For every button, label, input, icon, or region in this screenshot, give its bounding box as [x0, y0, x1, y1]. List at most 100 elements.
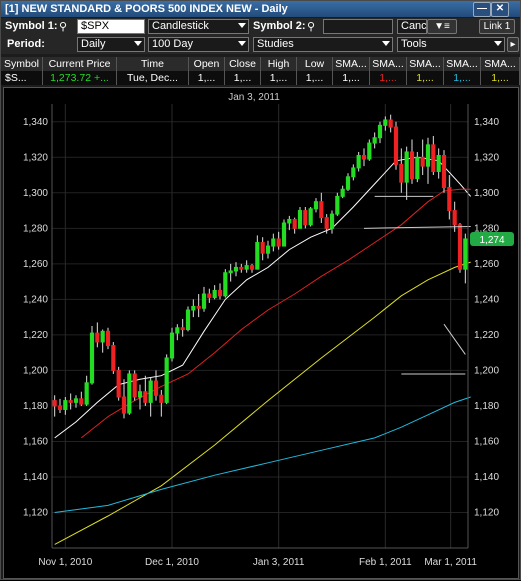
quote-header-cell[interactable]: SMA... — [481, 57, 520, 71]
symbol1-input[interactable]: $SPX — [77, 19, 145, 34]
y-tick-label-right: 1,240 — [474, 294, 499, 305]
candle-body — [153, 380, 159, 396]
current-price-value: 1,273.72 — [50, 72, 92, 84]
chevron-down-icon — [494, 41, 502, 46]
candle-body — [420, 156, 425, 167]
candle-body — [164, 357, 169, 403]
chevron-down-icon — [134, 41, 142, 46]
quote-sma-3: 1,... — [407, 71, 444, 85]
quote-low: 1,... — [297, 71, 333, 85]
candle-body — [399, 163, 404, 183]
candle-body — [105, 330, 111, 347]
chevron-down-icon — [382, 41, 390, 46]
candle-body — [415, 156, 420, 180]
quote-row[interactable]: $S... 1,273.72 +... Tue, Dec... 1,... 1,… — [1, 71, 520, 85]
studies-select[interactable]: Studies — [253, 37, 393, 52]
quote-sma-2: 1,... — [370, 71, 407, 85]
quote-sma-4: 1,... — [444, 71, 481, 85]
y-tick-label-left: 1,320 — [23, 152, 48, 163]
quote-header-cell[interactable]: Low — [297, 57, 333, 71]
link-button[interactable]: Link 1 — [479, 19, 515, 34]
candle-body — [196, 305, 201, 309]
candle-body — [329, 213, 335, 229]
symbol2-input[interactable] — [323, 19, 393, 34]
tools-select[interactable]: Tools — [397, 37, 505, 52]
y-tick-label-left: 1,280 — [23, 223, 48, 234]
candle-body — [223, 272, 228, 297]
x-tick-label: Nov 1, 2010 — [38, 557, 92, 568]
quote-symbol: $S... — [1, 71, 43, 85]
chart-type-select[interactable]: Candlestick — [148, 19, 249, 34]
quote-header-cell[interactable]: Close — [225, 57, 261, 71]
candle-body — [137, 391, 143, 398]
y-tick-label-right: 1,260 — [474, 259, 499, 270]
range-select[interactable]: 100 Day — [148, 37, 249, 52]
candle-body — [292, 218, 297, 229]
candle-body — [127, 373, 132, 414]
candle-body — [324, 217, 329, 229]
quote-header-cell[interactable]: SMA... — [444, 57, 481, 71]
candle-body — [463, 238, 468, 270]
quote-header-cell[interactable]: Open — [189, 57, 225, 71]
y-tick-label-left: 1,340 — [23, 117, 48, 128]
expand-icon[interactable]: ▸ — [507, 37, 519, 52]
price-chart[interactable]: 1,340 1,340 1,320 1,320 1,300 1,300 1,280 1,280… — [3, 87, 519, 579]
quote-header-cell[interactable]: High — [261, 57, 297, 71]
x-tick-label: Jan 3, 2011 — [253, 557, 305, 568]
quote-sma-5: 1,... — [481, 71, 520, 85]
y-tick-label-left: 1,220 — [23, 330, 48, 341]
trend-line — [443, 323, 466, 355]
y-tick-label-left: 1,140 — [23, 472, 48, 483]
price-change: +... — [93, 72, 109, 84]
quote-header-cell[interactable]: SMA... — [333, 57, 370, 71]
candle-body — [143, 391, 148, 403]
close-icon[interactable]: ✕ — [491, 2, 509, 17]
y-tick-label-right: 1,320 — [474, 152, 499, 163]
candle-body — [207, 293, 212, 299]
y-tick-label-left: 1,180 — [23, 401, 48, 412]
candle-body — [297, 210, 303, 229]
candle-body — [260, 242, 265, 254]
window-title-bar[interactable]: [1] NEW STANDARD & POORS 500 INDEX NEW -… — [1, 1, 520, 17]
candle-body — [409, 151, 415, 180]
price-tag-label: 1,274 — [479, 235, 504, 246]
candle-body — [111, 345, 116, 371]
quote-header-cell[interactable]: SMA... — [370, 57, 407, 71]
list-menu-button[interactable]: ▼≡ — [427, 19, 457, 34]
y-tick-label-right: 1,180 — [474, 401, 499, 412]
candle-body — [169, 332, 175, 359]
cand-select[interactable]: Canc — [397, 19, 427, 34]
candle-body — [271, 238, 276, 247]
period-value: Daily — [81, 38, 106, 50]
candle-body — [89, 332, 95, 384]
y-tick-label-right: 1,300 — [474, 188, 499, 199]
quote-header-cell[interactable]: Symbol — [1, 57, 43, 71]
toolbar-symbols: Symbol 1: ⚲ $SPX Candlestick Symbol 2: ⚲… — [1, 18, 520, 36]
quote-header-cell[interactable]: Current Price — [43, 57, 117, 71]
price-chart-svg[interactable]: 1,340 1,3401,320 1,3201,300 1,3001,280 1,280… — [4, 88, 518, 578]
y-tick-label-left: 1,240 — [23, 294, 48, 305]
y-tick-label-right: 1,160 — [474, 436, 499, 447]
candle-body — [308, 208, 313, 226]
candle-body — [159, 394, 164, 403]
studies-value: Studies — [257, 38, 294, 50]
candle-body — [63, 400, 68, 410]
y-tick-label-left: 1,160 — [23, 436, 48, 447]
candle-body — [393, 126, 399, 165]
chart-window: [1] NEW STANDARD & POORS 500 INDEX NEW -… — [0, 0, 521, 580]
search-icon-2[interactable]: ⚲ — [307, 20, 315, 33]
search-icon[interactable]: ⚲ — [59, 20, 67, 33]
quote-open: 1,... — [189, 71, 225, 85]
candle-body — [345, 176, 351, 190]
quote-header-cell[interactable]: SMA... — [407, 57, 444, 71]
period-select[interactable]: Daily — [77, 37, 145, 52]
candle-body — [457, 224, 463, 270]
symbol1-label: Symbol 1: — [5, 20, 58, 32]
y-tick-label-right: 1,200 — [474, 365, 499, 376]
candle-body — [73, 398, 79, 403]
y-tick-label-left: 1,120 — [23, 507, 48, 518]
quote-high: 1,... — [261, 71, 297, 85]
quote-header-cell[interactable]: Time — [117, 57, 189, 71]
candle-body — [351, 167, 356, 178]
minimize-icon[interactable]: — — [473, 2, 491, 17]
